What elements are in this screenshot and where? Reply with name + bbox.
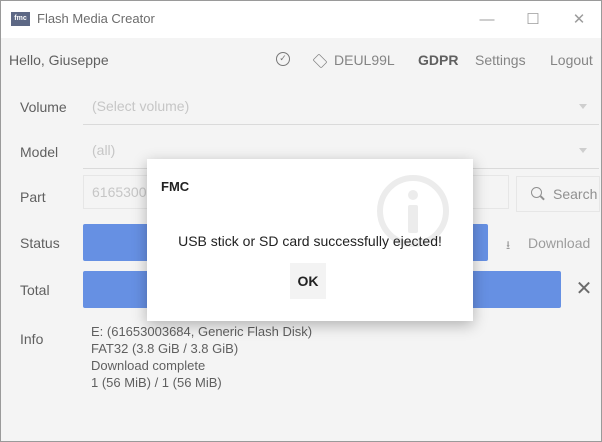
ok-button[interactable]: OK <box>290 263 326 299</box>
message-dialog: FMC USB stick or SD card successfully ej… <box>147 159 473 321</box>
app-window: fmc Flash Media Creator — ☐ ✕ Hello, Giu… <box>0 0 602 442</box>
dialog-title: FMC <box>161 179 190 194</box>
dialog-message: USB stick or SD card successfully ejecte… <box>178 233 442 249</box>
